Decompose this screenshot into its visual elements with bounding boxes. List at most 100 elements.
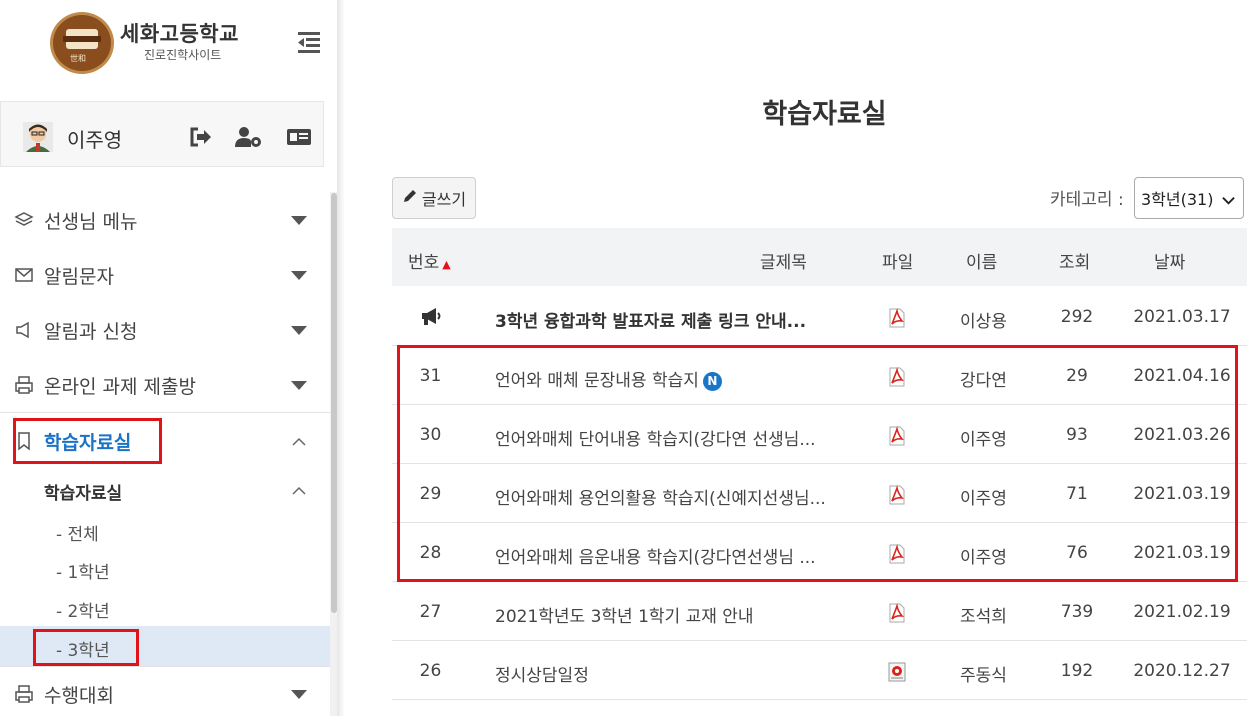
submenu-title[interactable]: 학습자료실 — [44, 479, 122, 504]
row-title[interactable]: 언어와매체 음운내용 학습지(강다연선생님 ... — [495, 543, 850, 568]
sidebar-item-label: 알림과 신청 — [44, 321, 138, 343]
sidebar-item-performance-contest[interactable]: 수행대회 — [0, 666, 330, 716]
row-date: 2020.12.27 — [1133, 661, 1231, 681]
pdf-icon[interactable] — [887, 425, 907, 446]
pdf-icon[interactable] — [887, 366, 907, 387]
column-header-name: 이름 — [966, 253, 998, 273]
table-row[interactable]: 30 언어와매체 단어내용 학습지(강다연 선생님... 이주영 93 2021… — [392, 405, 1247, 464]
chevron-down-icon — [1222, 192, 1235, 211]
row-title[interactable]: 언어와매체 단어내용 학습지(강다연 선생님... — [495, 425, 850, 450]
pdf-icon[interactable] — [887, 484, 907, 505]
row-views: 292 — [1060, 307, 1094, 327]
column-header-file: 파일 — [882, 253, 914, 273]
sidebar-item-online-assignment[interactable]: 온라인 과제 제출방 — [0, 357, 330, 412]
notice-megaphone-icon — [392, 305, 469, 332]
caret-down-icon — [291, 381, 307, 390]
submenu-active-highlight — [0, 626, 330, 666]
category-selected-value: 3학년(31) — [1141, 190, 1214, 209]
write-button[interactable]: 글쓰기 — [392, 177, 476, 219]
school-name[interactable]: 세화고등학교 — [120, 18, 239, 48]
submenu-item-grade2[interactable]: - 2학년 — [56, 597, 110, 622]
caret-down-icon — [291, 326, 307, 335]
column-header-date: 날짜 — [1154, 253, 1186, 273]
row-views: 76 — [1066, 543, 1088, 563]
pdf-icon[interactable] — [887, 602, 907, 623]
megaphone-icon — [14, 320, 34, 340]
row-date: 2021.04.16 — [1133, 366, 1231, 386]
caret-down-icon — [291, 690, 307, 699]
school-subtitle: 진로진학사이트 — [144, 48, 222, 62]
sidebar-item-teacher-menu[interactable]: 선생님 메뉴 — [0, 192, 330, 247]
pencil-icon — [402, 188, 418, 208]
chevron-up-icon — [292, 434, 306, 448]
row-number: 26 — [419, 661, 442, 681]
table-row[interactable]: 28 언어와매체 음운내용 학습지(강다연선생님 ... 이주영 76 2021… — [392, 523, 1247, 582]
sort-up-icon: ▲ — [442, 258, 451, 271]
category-select[interactable]: 3학년(31) — [1134, 177, 1244, 219]
row-title[interactable]: 3학년 융합과학 발표자료 제출 링크 안내... — [495, 307, 850, 332]
row-number: 31 — [419, 366, 442, 386]
row-author: 주동식 — [960, 666, 1007, 686]
row-date: 2021.03.26 — [1133, 425, 1231, 445]
logo-text: 世和 — [70, 54, 86, 63]
column-header-title: 글제목 — [760, 253, 807, 273]
column-header-views: 조회 — [1059, 253, 1091, 273]
row-author: 이주영 — [960, 548, 1007, 568]
row-date: 2021.02.19 — [1133, 602, 1231, 622]
envelope-icon — [14, 265, 34, 285]
table-row[interactable]: 29 언어와매체 용언의활용 학습지(신예지선생님... 이주영 71 2021… — [392, 464, 1247, 523]
row-views: 739 — [1060, 602, 1094, 622]
column-header-number[interactable]: 번호 ▲ — [408, 248, 451, 273]
row-author: 조석희 — [960, 607, 1007, 627]
sidebar-item-study-materials[interactable]: 학습자료실 — [0, 413, 330, 468]
collapse-menu-icon[interactable] — [296, 30, 322, 54]
pdf-icon[interactable] — [887, 543, 907, 564]
row-date: 2021.03.19 — [1133, 543, 1231, 563]
row-author: 이주영 — [960, 489, 1007, 509]
submenu-item-grade3[interactable]: - 3학년 — [56, 636, 110, 661]
row-number: 27 — [419, 602, 442, 622]
row-number: 29 — [419, 484, 442, 504]
image-file-icon[interactable] — [887, 662, 907, 682]
page-title: 학습자료실 — [762, 99, 887, 130]
pdf-icon[interactable] — [887, 307, 907, 328]
caret-down-icon — [291, 271, 307, 280]
submenu-item-grade1[interactable]: - 1학년 — [56, 558, 110, 583]
category-label: 카테고리 : — [1050, 190, 1124, 210]
row-views: 93 — [1066, 425, 1088, 445]
sidebar-item-notice-apply[interactable]: 알림과 신청 — [0, 302, 330, 357]
table-row-notice[interactable]: 3학년 융합과학 발표자료 제출 링크 안내... 이상용 292 2021.0… — [392, 287, 1247, 346]
row-title[interactable]: 2021학년도 3학년 1학기 교재 안내 — [495, 602, 850, 627]
chevron-up-icon[interactable] — [292, 483, 306, 497]
table-row[interactable]: 26 정시상담일정 주동식 192 2020.12.27 — [392, 641, 1247, 700]
caret-down-icon — [291, 216, 307, 225]
sidebar-item-label: 알림문자 — [44, 266, 114, 288]
sidebar-item-label: 선생님 메뉴 — [44, 211, 138, 233]
table-row[interactable]: 31 언어와 매체 문장내용 학습지 N 강다연 29 2021.04.16 — [392, 346, 1247, 405]
printer-icon — [14, 375, 34, 395]
row-author: 강다연 — [960, 371, 1007, 391]
sidebar-item-label: 수행대회 — [44, 685, 114, 707]
new-badge: N — [702, 372, 722, 391]
school-logo[interactable]: 世和 — [50, 12, 114, 74]
row-views: 71 — [1066, 484, 1088, 504]
row-views: 29 — [1066, 366, 1088, 386]
row-number: 28 — [419, 543, 442, 563]
table-header: 번호 ▲ 글제목 파일 이름 조회 날짜 — [392, 228, 1247, 286]
bookmark-icon — [14, 431, 34, 451]
submenu-item-all[interactable]: - 전체 — [56, 520, 99, 545]
write-button-label: 글쓰기 — [421, 190, 467, 209]
printer-icon — [14, 684, 34, 704]
row-title[interactable]: 정시상담일정 — [495, 661, 850, 686]
sidebar-item-label: 학습자료실 — [44, 432, 132, 454]
row-date: 2021.03.17 — [1133, 307, 1231, 327]
row-views: 192 — [1060, 661, 1094, 681]
row-title[interactable]: 언어와 매체 문장내용 학습지 N — [495, 366, 850, 391]
row-title[interactable]: 언어와매체 용언의활용 학습지(신예지선생님... — [495, 484, 850, 509]
sidebar-item-notice-sms[interactable]: 알림문자 — [0, 247, 330, 302]
sidebar-item-label: 온라인 과제 제출방 — [44, 376, 196, 398]
layers-icon — [14, 210, 34, 230]
table-row[interactable]: 27 2021학년도 3학년 1학기 교재 안내 조석희 739 2021.02… — [392, 582, 1247, 641]
row-number: 30 — [419, 425, 442, 445]
row-author: 이주영 — [960, 430, 1007, 450]
